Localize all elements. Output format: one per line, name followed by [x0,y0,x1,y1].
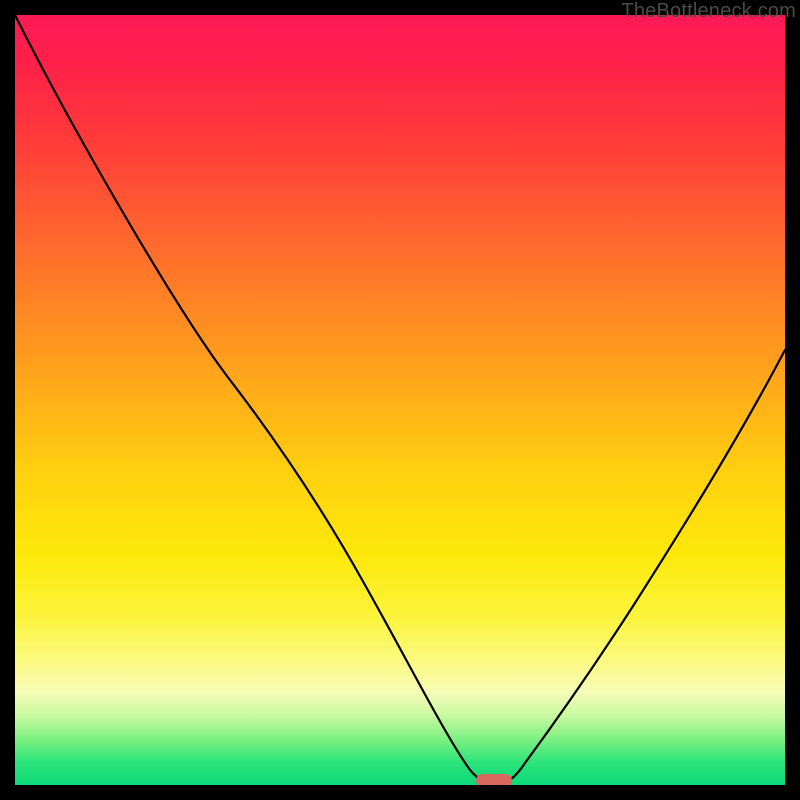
bottleneck-curve [15,15,785,784]
min-marker [476,774,512,785]
chart-frame: TheBottleneck.com [0,0,800,800]
watermark-text: TheBottleneck.com [621,0,796,23]
curve-layer [15,15,785,785]
plot-area [15,15,785,785]
